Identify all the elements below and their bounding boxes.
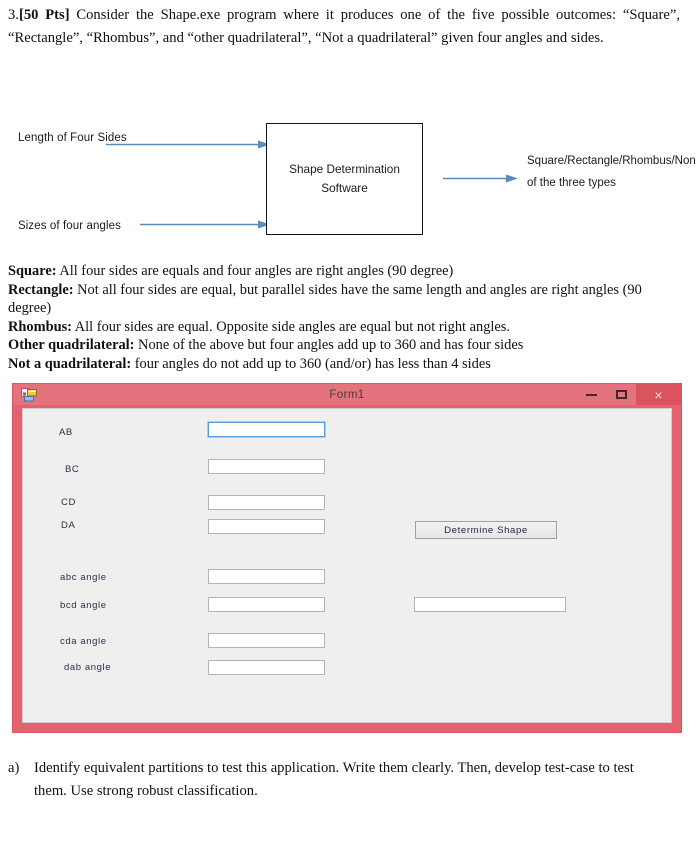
definition-desc: All four sides are equals and four angle… bbox=[56, 263, 454, 279]
arrow-box-to-output-icon bbox=[443, 174, 518, 183]
maximize-button[interactable] bbox=[606, 384, 636, 405]
definition-term: Rectangle: bbox=[8, 281, 74, 298]
diagram-box-line1: Shape Determination bbox=[289, 162, 400, 176]
definition-desc: All four sides are equal. Opposite side … bbox=[71, 318, 510, 335]
form-client-area: AB BC CD DA abc angle bcd angle cda angl… bbox=[22, 408, 672, 723]
definition-item: Rhombus: All four sides are equal. Oppos… bbox=[8, 318, 680, 337]
question-header-text: Consider the Shape.exe program where it … bbox=[8, 7, 680, 46]
diagram-process-box: Shape Determination Software bbox=[266, 123, 423, 235]
definition-desc: None of the above but four angles add up… bbox=[134, 337, 524, 354]
question-number: 3. bbox=[8, 7, 19, 23]
input-cd[interactable] bbox=[208, 495, 325, 510]
label-da: DA bbox=[61, 520, 76, 531]
definition-item: Rectangle: Not all four sides are equal,… bbox=[8, 281, 680, 318]
arrow-angles-to-box-icon bbox=[140, 220, 270, 229]
label-cd: CD bbox=[61, 497, 76, 508]
definition-term: Rhombus: bbox=[8, 318, 72, 335]
input-abc-angle[interactable] bbox=[208, 569, 325, 584]
input-ab[interactable] bbox=[208, 422, 325, 437]
shape-definitions-list: Square: All four sides are equals and fo… bbox=[8, 262, 680, 374]
diagram-box-line2: Software bbox=[321, 181, 368, 195]
arrow-sides-to-box-icon bbox=[106, 140, 270, 149]
label-dab-angle: dab angle bbox=[64, 662, 112, 673]
input-cda-angle[interactable] bbox=[208, 633, 325, 648]
minimize-button[interactable] bbox=[576, 384, 606, 405]
definition-item: Other quadrilateral: None of the above b… bbox=[8, 336, 680, 355]
diagram-input-label-angles: Sizes of four angles bbox=[18, 220, 122, 232]
question-header-paragraph: 3.[50 Pts] Consider the Shape.exe progra… bbox=[8, 4, 680, 50]
maximize-icon bbox=[615, 390, 627, 399]
determine-shape-button[interactable]: Determine Shape bbox=[415, 521, 557, 539]
close-button[interactable]: × bbox=[636, 384, 681, 405]
close-icon: × bbox=[654, 386, 663, 403]
input-da[interactable] bbox=[208, 519, 325, 534]
label-bcd-angle: bcd angle bbox=[60, 600, 107, 611]
input-result[interactable] bbox=[414, 597, 566, 612]
definition-item: Not a quadrilateral: four angles do not … bbox=[8, 355, 680, 374]
label-abc-angle: abc angle bbox=[60, 572, 107, 583]
diagram-output-label: Square/Rectangle/Rhombus/None of the thr… bbox=[527, 155, 696, 189]
definition-desc: four angles do not add up to 360 (and/or… bbox=[131, 355, 491, 372]
definition-term: Not a quadrilateral: bbox=[8, 355, 132, 372]
question-a-block: a) Identify equivalent partitions to tes… bbox=[8, 757, 668, 803]
minimize-icon bbox=[585, 393, 597, 396]
shape-software-block-diagram: Length of Four Sides Sizes of four angle… bbox=[0, 110, 696, 250]
definition-term: Other quadrilateral: bbox=[8, 337, 135, 354]
question-points: [50 Pts] bbox=[18, 7, 70, 23]
form-titlebar[interactable]: Form1 × bbox=[13, 384, 681, 405]
input-bc[interactable] bbox=[208, 459, 325, 474]
shape-form-window: Form1 × AB BC CD DA abc angle bcd angle … bbox=[12, 383, 682, 733]
input-bcd-angle[interactable] bbox=[208, 597, 325, 612]
definition-desc: Not all four sides are equal, but parall… bbox=[8, 281, 642, 317]
definition-term: Square: bbox=[8, 263, 57, 279]
window-controls: × bbox=[576, 384, 681, 405]
label-cda-angle: cda angle bbox=[60, 636, 107, 647]
question-a-text: Identify equivalent partitions to test t… bbox=[34, 760, 634, 799]
definition-item: Square: All four sides are equals and fo… bbox=[8, 262, 680, 281]
label-ab: AB bbox=[59, 427, 73, 438]
question-a-marker: a) bbox=[8, 760, 20, 776]
label-bc: BC bbox=[65, 464, 80, 475]
input-dab-angle[interactable] bbox=[208, 660, 325, 675]
